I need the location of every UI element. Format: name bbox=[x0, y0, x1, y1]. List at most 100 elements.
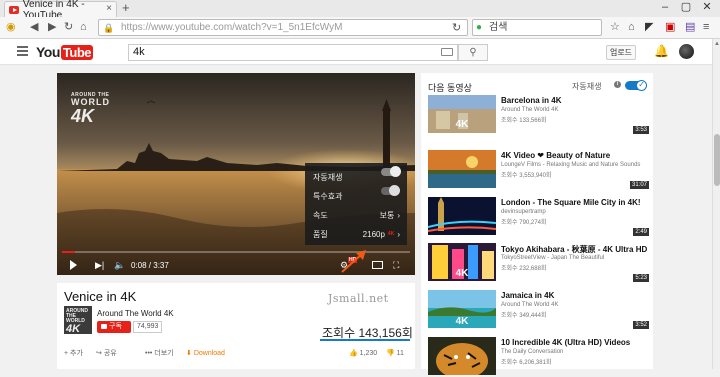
home-icon[interactable]: ⌂ bbox=[80, 20, 87, 35]
related-video-title[interactable]: 4K Video ❤ Beauty of Nature bbox=[501, 151, 610, 160]
youtube-logo[interactable]: You Tube bbox=[36, 44, 93, 60]
back-icon[interactable]: ◀ bbox=[30, 20, 38, 35]
share-label: 공유 bbox=[103, 350, 117, 357]
reload-page-icon[interactable]: ↻ bbox=[452, 21, 461, 36]
maximize-button[interactable]: ▢ bbox=[676, 0, 696, 17]
star-icon[interactable]: ☆ bbox=[610, 20, 620, 35]
download-icon: ⬇ bbox=[186, 350, 194, 357]
autoplay-switch[interactable] bbox=[625, 80, 647, 91]
scroll-thumb[interactable] bbox=[714, 134, 720, 186]
related-video-channel: Around The World 4K bbox=[501, 302, 559, 308]
search-button[interactable]: ⚲ bbox=[458, 44, 488, 61]
video-thumbnail bbox=[428, 150, 496, 188]
related-video-item[interactable]: 2:49 London - The Square Mile City in 4K… bbox=[428, 197, 650, 237]
video-duration: 3:53 bbox=[633, 126, 649, 134]
refresh-icon[interactable]: ↻ bbox=[64, 20, 73, 35]
channel-thumbnail[interactable]: AROUND THE WORLD 4K bbox=[64, 306, 92, 334]
browser-titlebar: Venice in 4K - YouTube × + – ▢ ✕ bbox=[0, 0, 720, 21]
channel-name[interactable]: Around The World 4K bbox=[97, 309, 174, 318]
related-video-views: 조회수 349,444회 bbox=[501, 313, 547, 319]
notification-bell-icon[interactable]: 🔔 bbox=[654, 44, 669, 58]
forward-icon[interactable]: ▶ bbox=[48, 20, 56, 35]
channel-watermark: AROUND THE WORLD 4K bbox=[71, 93, 110, 126]
autoplay-label: 자동재생 bbox=[572, 82, 602, 91]
fullscreen-icon[interactable]: ⛶ bbox=[393, 260, 399, 271]
user-avatar[interactable] bbox=[679, 44, 694, 59]
related-video-views: 조회수 133,566회 bbox=[501, 118, 547, 124]
video-actions: + 추가 ↪ 공유 ••• 더보기 ⬇ Download 👍 1,230 👎 1… bbox=[57, 346, 415, 362]
settings-autoplay-row[interactable]: 자동재생 bbox=[305, 166, 407, 187]
related-video-item[interactable]: 4K 3:52 Jamaica in 4K Around The World 4… bbox=[428, 290, 650, 330]
tab-close-icon[interactable]: × bbox=[106, 3, 112, 14]
extension-icon[interactable]: ◤ bbox=[645, 20, 653, 35]
related-video-channel: Around The World 4K bbox=[501, 107, 559, 113]
related-video-title[interactable]: 10 Incredible 4K (Ultra HD) Videos bbox=[501, 338, 630, 347]
related-video-title[interactable]: Jamaica in 4K bbox=[501, 291, 554, 300]
next-video-icon[interactable]: ▶| bbox=[95, 260, 104, 271]
youtube-header: You Tube 4k ⚲ 업로드 🔔 bbox=[0, 39, 712, 65]
download-button[interactable]: ⬇ Download bbox=[186, 349, 225, 359]
video-thumbnail: 4K bbox=[428, 95, 496, 133]
download-label: Download bbox=[193, 350, 225, 357]
like-button[interactable]: 👍 1,230 bbox=[349, 349, 377, 359]
scroll-up-icon[interactable]: ▲ bbox=[714, 41, 720, 47]
video-thumbnail bbox=[428, 337, 496, 375]
dislike-button[interactable]: 👎 11 bbox=[386, 349, 404, 359]
settings-speed-value: 보통 bbox=[379, 211, 395, 220]
browser-menu-icon[interactable]: ◉ bbox=[6, 20, 16, 35]
annotations-toggle[interactable] bbox=[381, 185, 400, 196]
video-duration: 3:52 bbox=[633, 321, 649, 329]
settings-quality-row[interactable]: 품질 2160p 4K › bbox=[305, 225, 407, 244]
video-thumbnail: 4K bbox=[428, 290, 496, 328]
settings-annotations-label: 특수효과 bbox=[313, 192, 343, 201]
related-video-item[interactable]: 31:07 4K Video ❤ Beauty of Nature Lounge… bbox=[428, 150, 650, 190]
related-sidebar: 다음 동영상 자동재생 i 4K 3:53 Barcelona in 4K Ar… bbox=[421, 73, 653, 375]
menu-icon[interactable]: ≡ bbox=[703, 20, 709, 35]
site-watermark: Jsmall.net bbox=[328, 292, 389, 305]
video-duration: 2:49 bbox=[633, 228, 649, 236]
upload-button[interactable]: 업로드 bbox=[606, 45, 636, 60]
related-video-item[interactable]: 4K 3:53 Barcelona in 4K Around The World… bbox=[428, 95, 650, 135]
save-icon[interactable]: ▣ bbox=[665, 20, 675, 35]
twitch-icon[interactable]: ▤ bbox=[685, 20, 695, 35]
related-video-title[interactable]: London - The Square Mile City in 4K! bbox=[501, 198, 641, 207]
like-count: 1,230 bbox=[359, 350, 378, 357]
video-title: Venice in 4K bbox=[64, 289, 137, 304]
related-video-title[interactable]: Tokyo Akihabara - 秋葉原 - 4K Ultra HD bbox=[501, 244, 647, 255]
add-to-button[interactable]: + 추가 bbox=[64, 349, 83, 359]
related-video-item[interactable]: 4K 5:23 Tokyo Akihabara - 秋葉原 - 4K Ultra… bbox=[428, 243, 650, 283]
address-bar[interactable]: 🔒 https://www.youtube.com/watch?v=1_5n1E… bbox=[98, 19, 468, 36]
close-window-button[interactable]: ✕ bbox=[697, 0, 717, 17]
related-video-item[interactable]: 10 Incredible 4K (Ultra HD) Videos The D… bbox=[428, 337, 650, 377]
watermark-4k-text: 4K bbox=[71, 106, 95, 126]
time-display: 0:08 / 3:37 bbox=[131, 261, 169, 270]
related-video-title[interactable]: Barcelona in 4K bbox=[501, 96, 561, 105]
home-toolbar-icon[interactable]: ⌂ bbox=[628, 20, 635, 35]
logo-tube-text: Tube bbox=[60, 44, 93, 60]
play-icon[interactable] bbox=[70, 260, 77, 270]
info-icon[interactable]: i bbox=[614, 81, 621, 88]
video-duration: 31:07 bbox=[629, 181, 649, 189]
share-button[interactable]: ↪ 공유 bbox=[96, 349, 117, 359]
settings-speed-row[interactable]: 속도 보통 › bbox=[305, 206, 407, 225]
minimize-button[interactable]: – bbox=[655, 0, 675, 17]
autoplay-toggle[interactable] bbox=[381, 166, 401, 177]
hamburger-menu-icon[interactable] bbox=[17, 46, 28, 58]
new-tab-button[interactable]: + bbox=[122, 0, 130, 15]
more-button[interactable]: ••• 더보기 bbox=[145, 349, 174, 359]
channel-thumb-big-text: 4K bbox=[66, 323, 81, 335]
youtube-search-input[interactable]: 4k bbox=[128, 44, 458, 61]
volume-icon[interactable]: 🔈 bbox=[114, 260, 125, 271]
video-duration: 5:23 bbox=[633, 274, 649, 282]
page-scrollbar[interactable]: ▲ bbox=[712, 39, 720, 369]
progress-fill bbox=[62, 251, 75, 253]
search-engine-text: 검색 bbox=[489, 22, 508, 33]
browser-search-box[interactable]: ● 검색 bbox=[472, 19, 602, 36]
browser-tab[interactable]: Venice in 4K - YouTube × bbox=[4, 0, 117, 21]
channel-thumb-small-text: AROUND THE WORLD bbox=[66, 308, 88, 324]
4k-badge: 4K bbox=[387, 231, 395, 237]
keyboard-icon[interactable] bbox=[441, 48, 453, 56]
up-next-label: 다음 동영상 bbox=[428, 83, 472, 93]
subscribe-button[interactable]: 구독 bbox=[97, 321, 131, 333]
settings-annotations-row[interactable]: 특수효과 bbox=[305, 185, 407, 206]
